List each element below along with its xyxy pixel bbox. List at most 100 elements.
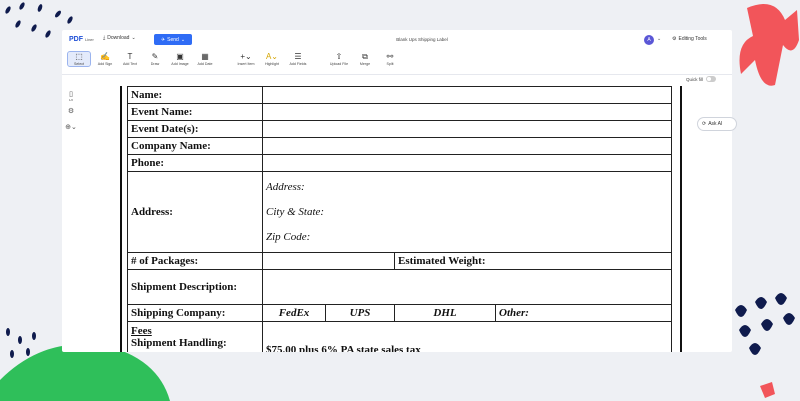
download-label: Download [107,35,130,41]
image-icon: ▣ [176,52,184,61]
form-field-shipment-description[interactable] [262,269,672,305]
carrier-fedex[interactable]: FedEx [262,304,326,322]
rail-settings[interactable]: ⚙ [65,107,77,115]
tool-select[interactable]: ⬚ Select [67,51,91,67]
tool-label: Highlight [265,62,279,66]
toggle-switch[interactable] [706,76,717,82]
chevron-down-icon: ⌄ [180,36,186,43]
tools-icon: ⚙ [672,36,677,42]
fields-icon: ☰ [294,52,302,61]
tool-label: Add Sign [97,62,113,66]
tool-label: Upload File [329,62,349,66]
page-border-left [120,86,122,352]
form-label-company-name: Company Name: [127,137,263,155]
zoom-icon: ⊕⌄ [65,124,77,131]
zip-code-label: Zip Code: [266,230,311,243]
pages-icon: ▯ [69,91,73,98]
download-button[interactable]: ⤓ Download ⌄ [103,35,136,41]
title-bar: PDF Liner ⤓ Download ⌄ ✈ Send ⌄ Blank Up… [62,30,732,50]
form-label-name: Name: [127,86,263,104]
address-line-label: Address: [266,180,305,193]
tool-add-sign[interactable]: ✍ Add Sign [94,52,116,66]
upload-icon: ⇧ [335,52,343,61]
form-label-shipment-description: Shipment Description: [127,269,263,305]
tool-insert-item[interactable]: +⌄ Insert Item [235,52,257,66]
handling-fee-value: $75.00 plus 6% PA state sales tax [262,321,672,352]
form-label-fees: Fees Shipment Handling: [127,321,263,352]
tool-upload-file[interactable]: ⇧ Upload File [328,52,350,66]
city-state-label: City & State: [266,205,325,218]
form-label-packages: # of Packages: [127,252,263,270]
tool-label: Merge [359,62,371,66]
chevron-down-icon[interactable]: ⌄ [657,36,661,42]
shipment-handling-label: Shipment Handling: [131,337,227,349]
avatar[interactable]: A [644,35,654,45]
form-label-phone: Phone: [127,154,263,172]
form-label-address: Address: [127,171,263,253]
merge-icon: ⧉ [362,52,368,61]
form-field-address[interactable]: Address: City & State: Zip Code: [262,171,672,253]
form-field-packages[interactable] [262,252,395,270]
tool-add-image[interactable]: ▣ Add Image [169,52,191,66]
tool-label: Split [386,62,394,66]
tool-split[interactable]: ⚯ Split [379,52,401,66]
download-icon: ⤓ [103,35,106,41]
tool-highlight[interactable]: A⌄ Highlight [261,52,283,66]
rail-pages[interactable]: ▯ 1/2 [65,90,77,102]
text-icon: T [127,52,133,61]
calendar-icon: ▦ [201,52,209,61]
plus-icon: +⌄ [240,52,252,61]
gear-icon: ⚙ [67,108,75,115]
tool-label: Insert Item [237,62,255,66]
select-icon: ⬚ [75,52,83,61]
highlight-icon: A⌄ [265,52,279,61]
chevron-down-icon: ⌄ [131,35,136,41]
ai-icon: ⟳ [702,121,707,127]
ask-ai-label: Ask AI [708,121,723,127]
tool-add-text[interactable]: T Add Text [119,52,141,66]
form-field-event-name[interactable] [262,103,672,121]
quick-fill-toggle[interactable]: Quick fill [686,76,717,82]
page-counter: 1/2 [68,98,74,102]
decor-top-right-shape [739,4,799,86]
ask-ai-button[interactable]: ⟳ Ask AI [697,117,737,131]
form-field-event-dates[interactable] [262,120,672,138]
editing-tools-button[interactable]: ⚙ Editing Tools [672,36,707,42]
pdf-editor-window: PDF Liner ⤓ Download ⌄ ✈ Send ⌄ Blank Up… [62,30,732,352]
quick-fill-label: Quick fill [686,76,704,82]
form-label-shipping-company: Shipping Company: [127,304,263,322]
logo-subtext: Liner [84,37,94,42]
shipping-form: Name: Event Name: Event Date(s): Company… [127,86,672,352]
sign-icon: ✍ [100,52,110,61]
form-field-phone[interactable] [262,154,672,172]
form-label-estimated-weight: Estimated Weight: [394,252,672,270]
form-field-name[interactable] [262,86,672,104]
tool-add-date[interactable]: ▦ Add Date [194,52,216,66]
split-icon: ⚯ [386,52,394,61]
tool-label: Add Image [171,62,189,66]
send-icon: ✈ [160,36,166,43]
editing-tools-label: Editing Tools [678,36,707,42]
pen-icon: ✎ [151,52,159,61]
rail-zoom[interactable]: ⊕⌄ [65,123,77,131]
carrier-dhl[interactable]: DHL [394,304,496,322]
tool-label: Add Date [197,62,213,66]
app-logo[interactable]: PDF Liner [69,36,94,43]
send-label: Send [167,36,179,43]
logo-text: PDF [69,36,83,43]
decor-bottom-right-shape [735,293,795,398]
carrier-other[interactable]: Other: [495,304,672,322]
toolbar: ⬚ Select ✍ Add Sign T Add Text ✎ Draw ▣ Add I… [62,50,732,75]
send-button[interactable]: ✈ Send ⌄ [154,34,192,45]
form-label-event-dates: Event Date(s): [127,120,263,138]
form-label-event-name: Event Name: [127,103,263,121]
fees-heading: Fees [131,325,152,337]
document-title: Blank Ups Shipping Label [396,37,448,42]
tool-merge[interactable]: ⧉ Merge [354,52,376,66]
form-field-company-name[interactable] [262,137,672,155]
page-border-right [680,86,682,352]
carrier-ups[interactable]: UPS [325,304,395,322]
tool-add-fields[interactable]: ☰ Add Fields [287,52,309,66]
tool-draw[interactable]: ✎ Draw [144,52,166,66]
tool-label: Add Fields [289,62,307,66]
